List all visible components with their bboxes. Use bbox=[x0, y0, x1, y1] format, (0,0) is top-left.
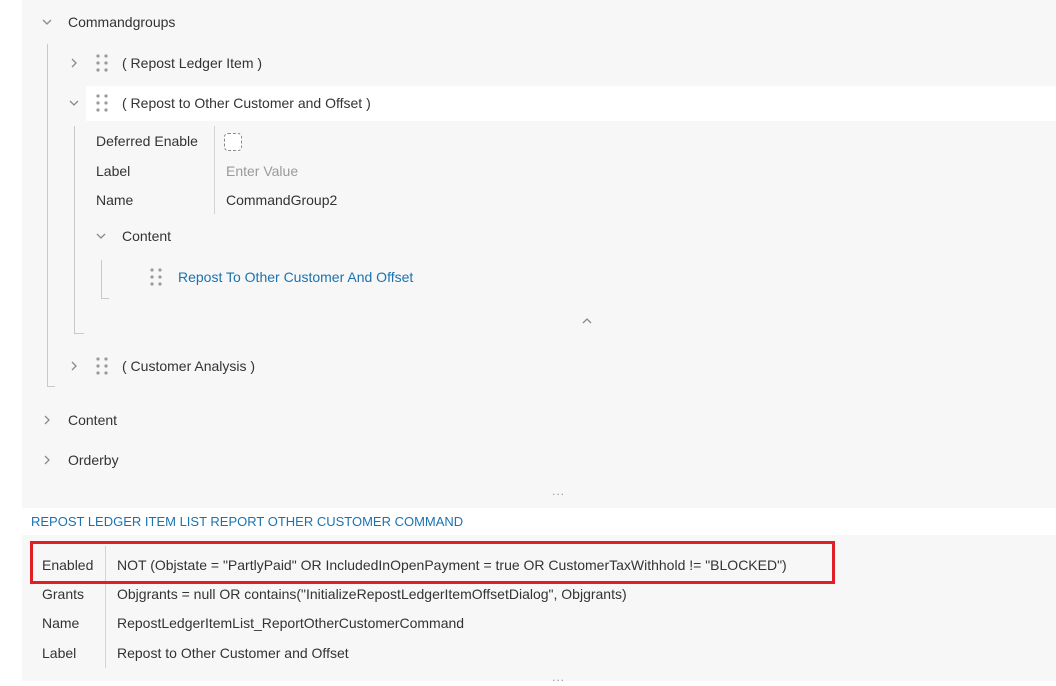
property-key-label: Label bbox=[96, 163, 131, 179]
command-section-title: REPOST LEDGER ITEM LIST REPORT OTHER CUS… bbox=[31, 514, 464, 529]
chevron-right-icon[interactable] bbox=[40, 413, 54, 427]
chevron-right-icon[interactable] bbox=[67, 56, 81, 70]
orderby-label[interactable]: Orderby bbox=[68, 451, 119, 469]
chevron-down-icon[interactable] bbox=[40, 15, 54, 29]
chevron-right-icon[interactable] bbox=[67, 359, 81, 373]
property-key-name: Name bbox=[42, 615, 80, 631]
tree-guide-line bbox=[47, 386, 55, 387]
inner-content-label[interactable]: Content bbox=[122, 227, 171, 245]
more-icon[interactable]: ... bbox=[552, 482, 565, 500]
chevron-right-icon[interactable] bbox=[40, 453, 54, 467]
drag-handle-icon[interactable] bbox=[96, 54, 108, 72]
grants-value[interactable]: Objgrants = null OR contains("Initialize… bbox=[117, 585, 627, 603]
more-icon[interactable]: ... bbox=[552, 668, 565, 686]
content-label[interactable]: Content bbox=[68, 411, 117, 429]
label-value-input[interactable]: Enter Value bbox=[226, 162, 298, 180]
property-key-deferred-enable: Deferred Enable bbox=[96, 133, 198, 149]
chevron-up-icon[interactable] bbox=[580, 314, 594, 328]
group-label-customer-analysis[interactable]: ( Customer Analysis ) bbox=[122, 357, 255, 375]
drag-handle-icon[interactable] bbox=[150, 268, 162, 286]
tree-guide-line bbox=[47, 44, 48, 386]
property-key-grants: Grants bbox=[42, 586, 85, 602]
content-item-link[interactable]: Repost To Other Customer And Offset bbox=[178, 268, 413, 286]
commandgroups-label[interactable]: Commandgroups bbox=[68, 13, 175, 31]
group-label-repost-to-other-customer[interactable]: ( Repost to Other Customer and Offset ) bbox=[122, 94, 371, 112]
chevron-down-icon[interactable] bbox=[67, 96, 81, 110]
tree-guide-line bbox=[101, 260, 102, 298]
drag-handle-icon[interactable] bbox=[96, 94, 108, 112]
drag-handle-icon[interactable] bbox=[96, 357, 108, 375]
group-label-repost-ledger-item[interactable]: ( Repost Ledger Item ) bbox=[122, 54, 262, 72]
label-value[interactable]: Repost to Other Customer and Offset bbox=[117, 644, 349, 662]
tree-panel bbox=[22, 0, 1056, 508]
deferred-enable-checkbox[interactable] bbox=[224, 133, 242, 151]
property-key-name: Name bbox=[96, 192, 134, 208]
property-separator bbox=[214, 126, 215, 214]
highlight-box bbox=[30, 541, 835, 584]
property-key-label: Label bbox=[42, 645, 77, 661]
chevron-down-icon[interactable] bbox=[94, 229, 108, 243]
tree-guide-line bbox=[101, 298, 109, 299]
name-value[interactable]: CommandGroup2 bbox=[226, 191, 337, 209]
tree-guide-line bbox=[74, 126, 75, 333]
tree-guide-line bbox=[74, 333, 84, 334]
name-value[interactable]: RepostLedgerItemList_ReportOtherCustomer… bbox=[117, 614, 464, 632]
